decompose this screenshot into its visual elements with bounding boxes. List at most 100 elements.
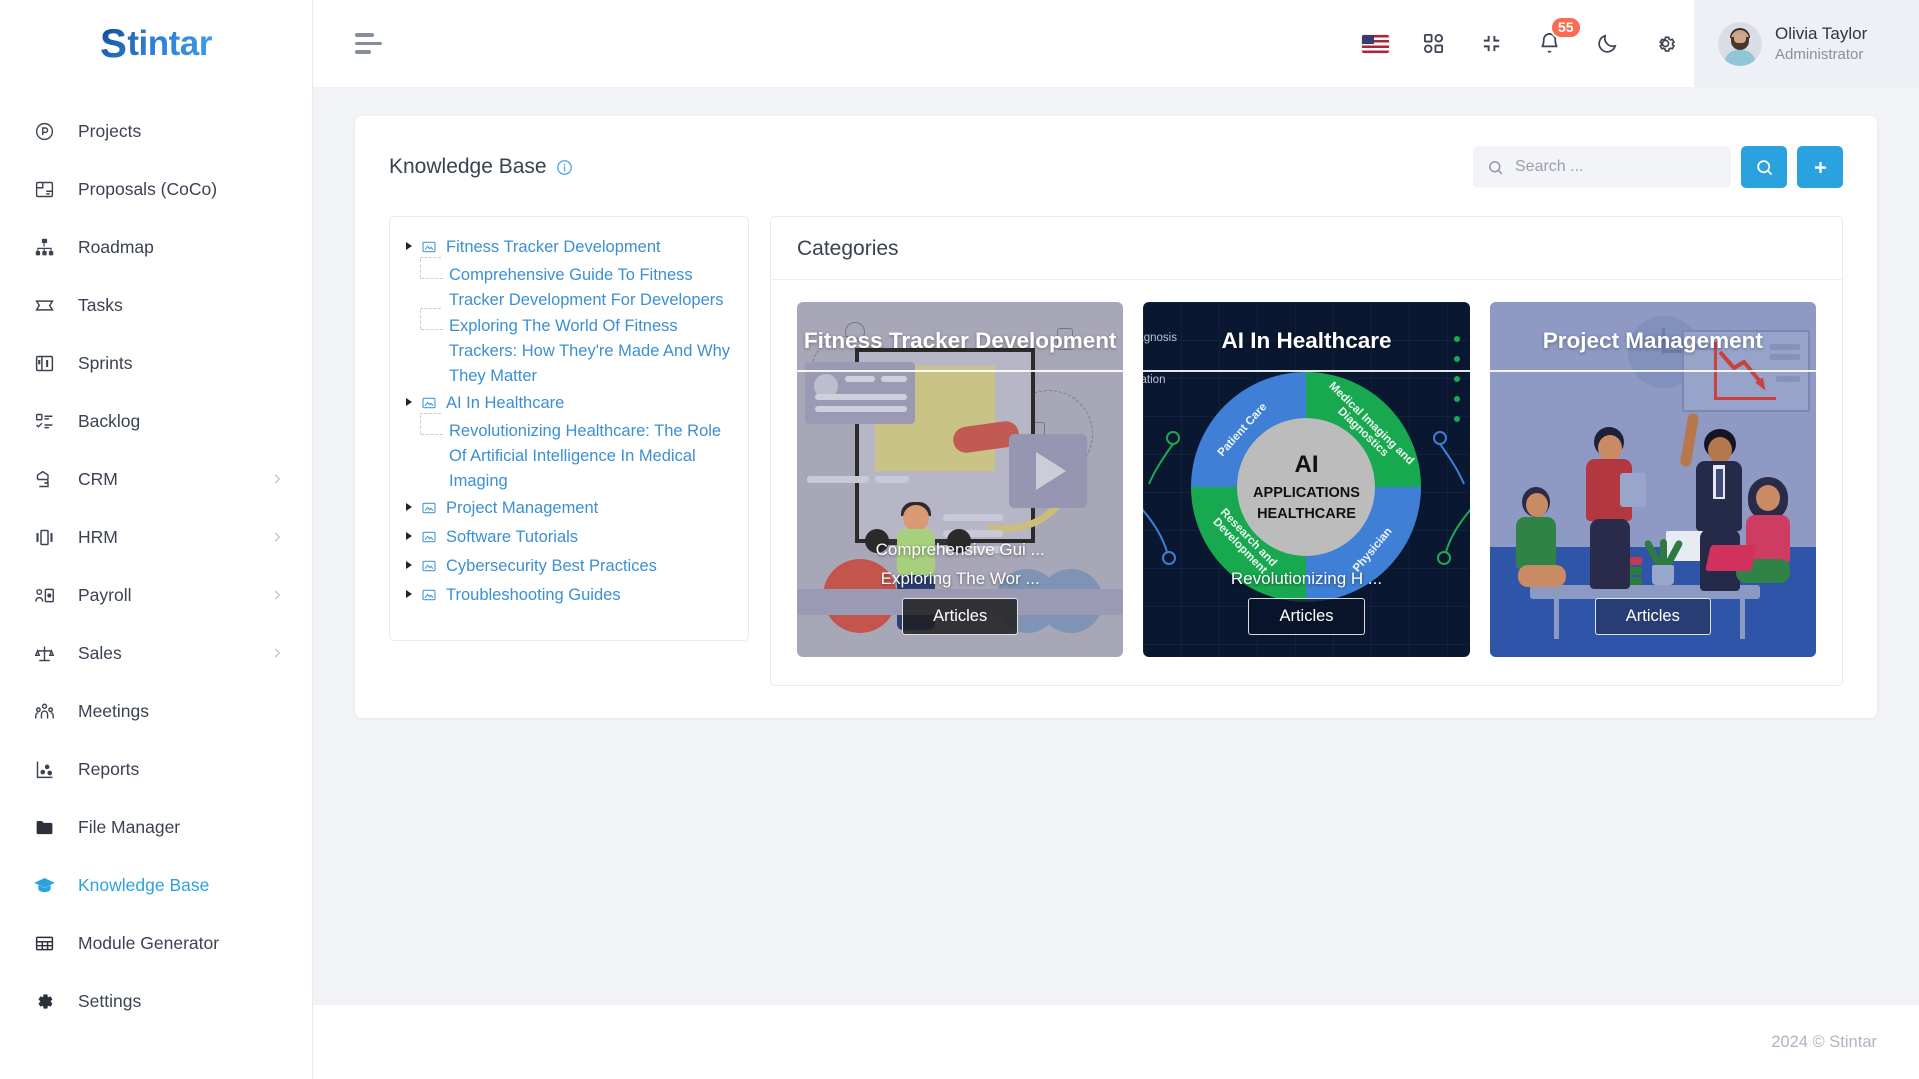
tree-node-row[interactable]: Project Management — [402, 494, 734, 523]
tree-node: Fitness Tracker Development Comprehensiv… — [402, 233, 734, 389]
topbar-tools: 55 Olivia Taylor Administrator — [1346, 0, 1919, 88]
sidebar-item-sales[interactable]: Sales — [0, 624, 312, 682]
sidebar-item-projects[interactable]: Projects — [0, 102, 312, 160]
sidebar-item-tasks[interactable]: Tasks — [0, 276, 312, 334]
app-root: Stintar Projects Proposals (CoCo) Roadma… — [0, 0, 1919, 1079]
tree-node-label[interactable]: Project Management — [446, 496, 598, 521]
info-circle-icon[interactable] — [556, 159, 573, 176]
category-card-ai-healthcare[interactable]: agnosis tation — [1143, 302, 1470, 657]
user-profile-menu[interactable]: Olivia Taylor Administrator — [1694, 0, 1919, 88]
tree-child-label[interactable]: Revolutionizing Healthcare: The Role Of … — [449, 419, 734, 494]
tree-child-item[interactable]: Exploring The World Of Fitness Trackers:… — [415, 308, 734, 389]
search-submit-button[interactable] — [1741, 146, 1787, 188]
brand-logo[interactable]: Stintar — [0, 0, 312, 88]
expand-arrow-icon[interactable] — [402, 235, 415, 250]
sidebar-item-backlog[interactable]: Backlog — [0, 392, 312, 450]
plus-icon — [1814, 161, 1826, 173]
fullscreen-exit-icon[interactable] — [1462, 0, 1520, 88]
sidebar-item-proposals[interactable]: Proposals (CoCo) — [0, 160, 312, 218]
sidebar-item-label: Proposals (CoCo) — [78, 178, 218, 199]
donut-center-line: HEALTHCARE — [1257, 505, 1356, 522]
page-title-text: Knowledge Base — [389, 155, 547, 178]
tree-node-row[interactable]: AI In Healthcare — [402, 389, 734, 418]
sidebar-item-label: Knowledge Base — [78, 874, 210, 895]
articles-button[interactable]: Articles — [1594, 598, 1711, 635]
language-flag-us-icon[interactable] — [1346, 0, 1404, 88]
people-carousel-icon — [34, 525, 62, 549]
tree-children: Revolutionizing Healthcare: The Role Of … — [415, 413, 734, 494]
sidebar-item-reports[interactable]: Reports — [0, 740, 312, 798]
sidebar-item-settings[interactable]: Settings — [0, 972, 312, 1030]
sidebar-item-module-generator[interactable]: Module Generator — [0, 914, 312, 972]
panel-body: Fitness Tracker Development Comprehensiv… — [355, 188, 1877, 686]
group-icon — [34, 699, 62, 723]
sidebar-item-label: Settings — [78, 990, 142, 1011]
category-card-fitness[interactable]: Fitness Tracker Development Comprehensiv… — [797, 302, 1124, 657]
search-box[interactable] — [1473, 146, 1731, 188]
tree-node-row[interactable]: Software Tutorials — [402, 523, 734, 552]
user-role: Administrator — [1775, 45, 1864, 63]
tree-node-row[interactable]: Fitness Tracker Development — [402, 233, 734, 262]
sidebar-item-knowledge-base[interactable]: Knowledge Base — [0, 856, 312, 914]
card-article-link[interactable]: Exploring The Wor ... — [881, 569, 1040, 589]
tree-node-row[interactable]: Cybersecurity Best Practices — [402, 552, 734, 581]
chevron-right-icon — [274, 648, 281, 658]
sidebar-item-label: Meetings — [78, 700, 150, 721]
sidebar-item-file-manager[interactable]: File Manager — [0, 798, 312, 856]
sidebar-item-label: Sprints — [78, 352, 133, 373]
card-article-link[interactable]: Revolutionizing H ... — [1231, 569, 1382, 589]
sidebar: Stintar Projects Proposals (CoCo) Roadma… — [0, 0, 313, 1079]
expand-arrow-icon[interactable] — [402, 554, 415, 569]
card-article-link[interactable]: Comprehensive Gui ... — [876, 540, 1045, 560]
sidebar-item-label: Payroll — [78, 584, 132, 605]
hamburger-menu-icon[interactable] — [355, 33, 382, 54]
user-name: Olivia Taylor — [1775, 23, 1868, 43]
sidebar-item-meetings[interactable]: Meetings — [0, 682, 312, 740]
proposal-layout-icon — [34, 177, 62, 201]
image-icon — [421, 583, 440, 603]
image-icon — [421, 235, 440, 255]
tree-node-label[interactable]: Software Tutorials — [446, 525, 578, 550]
sidebar-item-roadmap[interactable]: Roadmap — [0, 218, 312, 276]
sidebar-item-label: Tasks — [78, 294, 123, 315]
apps-grid-icon[interactable] — [1404, 0, 1462, 88]
settings-gear-icon[interactable] — [1636, 0, 1694, 88]
notifications-bell-icon[interactable]: 55 — [1520, 0, 1582, 88]
tree-node-label[interactable]: Fitness Tracker Development — [446, 235, 661, 260]
articles-button[interactable]: Articles — [1248, 598, 1365, 635]
tree-node-row[interactable]: Troubleshooting Guides — [402, 581, 734, 610]
tree-node-label[interactable]: Troubleshooting Guides — [446, 583, 621, 608]
tree-node-label[interactable]: AI In Healthcare — [446, 391, 564, 416]
sidebar-item-sprints[interactable]: Sprints — [0, 334, 312, 392]
sidebar-nav: Projects Proposals (CoCo) Roadmap Tasks … — [0, 88, 312, 1079]
chevron-right-icon — [274, 474, 281, 484]
expand-arrow-icon[interactable] — [402, 391, 415, 406]
tree-node: Cybersecurity Best Practices — [402, 552, 734, 581]
card-divider — [1143, 370, 1470, 372]
sidebar-item-label: CRM — [78, 468, 118, 489]
search-input[interactable] — [1515, 158, 1717, 176]
expand-arrow-icon[interactable] — [402, 525, 415, 540]
image-icon — [421, 525, 440, 545]
dark-mode-moon-icon[interactable] — [1578, 0, 1636, 88]
expand-arrow-icon[interactable] — [402, 496, 415, 511]
tree-node-label[interactable]: Cybersecurity Best Practices — [446, 554, 657, 579]
search-icon — [1489, 160, 1503, 174]
add-article-button[interactable] — [1797, 146, 1843, 188]
tree-child-item[interactable]: Revolutionizing Healthcare: The Role Of … — [415, 413, 734, 494]
sidebar-item-crm[interactable]: CRM — [0, 450, 312, 508]
category-card-project-management[interactable]: Project Management Articles — [1489, 302, 1816, 657]
ai-donut-diagram: Patient Care Medical Imaging and Diagnos… — [1191, 371, 1422, 602]
sidebar-item-hrm[interactable]: HRM — [0, 508, 312, 566]
handshake-icon — [34, 467, 62, 491]
expand-arrow-icon[interactable] — [402, 583, 415, 598]
card-links: Revolutionizing H ... Articles — [1143, 569, 1469, 635]
articles-button[interactable]: Articles — [902, 598, 1019, 635]
sidebar-item-label: Roadmap — [78, 236, 154, 257]
tree-child-item[interactable]: Comprehensive Guide To Fitness Tracker D… — [415, 257, 734, 313]
tree-child-label[interactable]: Comprehensive Guide To Fitness Tracker D… — [449, 263, 734, 313]
card-title: Fitness Tracker Development — [803, 328, 1117, 353]
sidebar-item-label: Module Generator — [78, 932, 220, 953]
sidebar-item-payroll[interactable]: Payroll — [0, 566, 312, 624]
tree-child-label[interactable]: Exploring The World Of Fitness Trackers:… — [449, 314, 734, 389]
